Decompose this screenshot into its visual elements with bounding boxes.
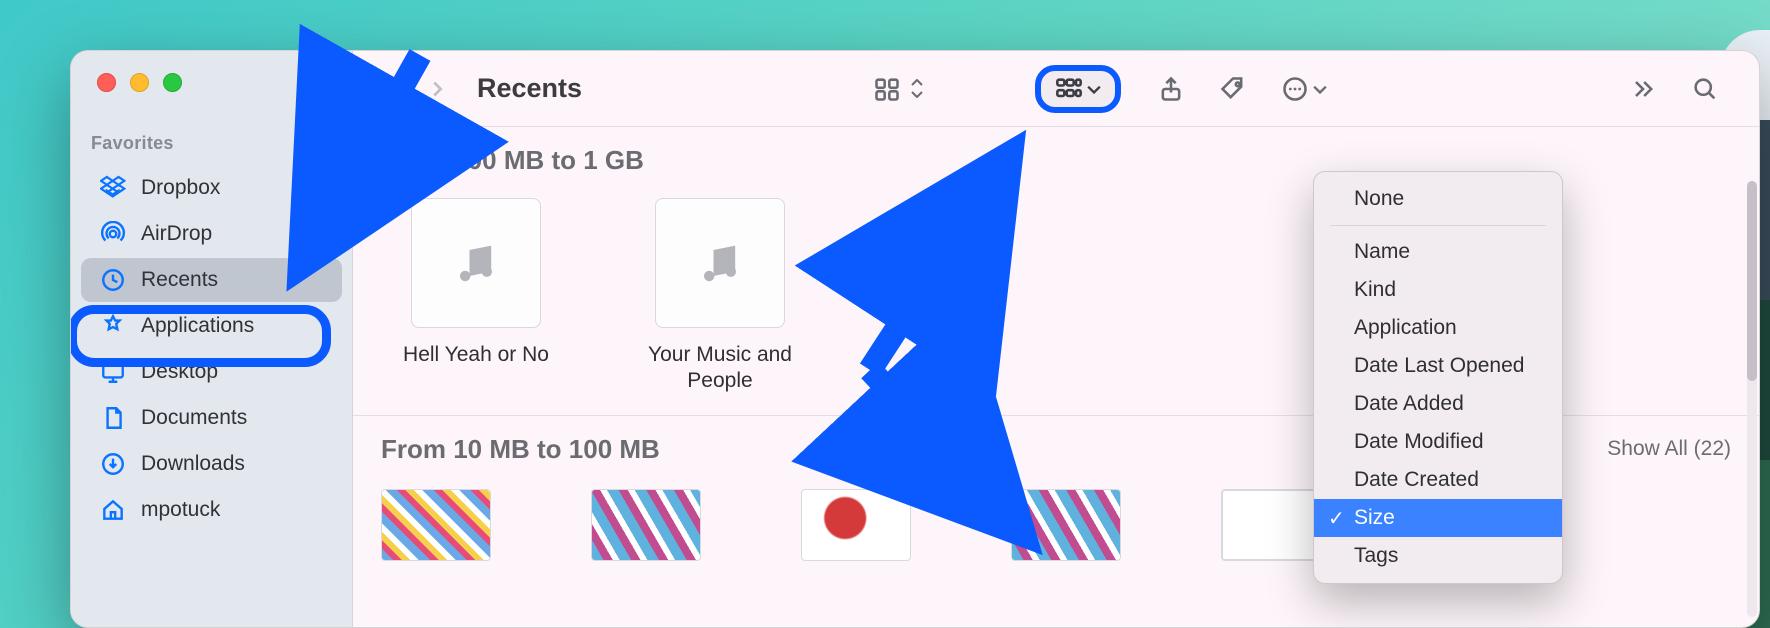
- airdrop-icon: [99, 220, 127, 248]
- group-by-menu: None Name Kind Application Date Last Ope…: [1313, 171, 1563, 584]
- finder-window: Favorites Dropbox AirDrop Recents Applic…: [70, 50, 1760, 628]
- sidebar-item-label: Dropbox: [141, 176, 220, 200]
- show-all-button[interactable]: Show All (22): [1607, 437, 1731, 461]
- sidebar-item-label: Downloads: [141, 452, 245, 476]
- menu-item-date-created[interactable]: Date Created: [1314, 461, 1562, 499]
- file-name: Your Music and People: [625, 342, 815, 395]
- clock-icon: [99, 266, 127, 294]
- chevron-updown-icon: [911, 79, 923, 98]
- music-file-icon: [411, 198, 541, 328]
- page-title: Recents: [477, 73, 582, 104]
- menu-item-none[interactable]: None: [1314, 180, 1562, 218]
- group-by-button[interactable]: [1035, 65, 1121, 113]
- sidebar-item-recents[interactable]: Recents: [81, 258, 342, 302]
- file-item[interactable]: [591, 489, 701, 561]
- menu-item-name[interactable]: Name: [1314, 233, 1562, 271]
- menu-item-kind[interactable]: Kind: [1314, 271, 1562, 309]
- minimize-icon[interactable]: [130, 73, 149, 92]
- main-area: Recents: [353, 51, 1759, 627]
- sidebar-item-label: Recents: [141, 268, 218, 292]
- sidebar-item-label: AirDrop: [141, 222, 212, 246]
- fullscreen-icon[interactable]: [163, 73, 182, 92]
- scrollbar-thumb[interactable]: [1747, 181, 1757, 381]
- sidebar-item-label: Desktop: [141, 360, 218, 384]
- overflow-button[interactable]: [1617, 65, 1669, 113]
- sidebar-item-label: Documents: [141, 406, 247, 430]
- menu-item-tags[interactable]: Tags: [1314, 537, 1562, 575]
- file-item[interactable]: [1011, 489, 1121, 561]
- traffic-lights: [71, 51, 352, 109]
- file-item[interactable]: [801, 489, 911, 561]
- group-title: From 100 MB to 1 GB: [381, 145, 644, 176]
- share-button[interactable]: [1145, 65, 1197, 113]
- close-icon[interactable]: [97, 73, 116, 92]
- menu-item-date-modified[interactable]: Date Modified: [1314, 423, 1562, 461]
- document-icon: [99, 404, 127, 432]
- menu-item-size[interactable]: Size: [1314, 499, 1562, 537]
- applications-icon: [99, 312, 127, 340]
- divider: [1330, 225, 1546, 226]
- dropbox-icon: [99, 174, 127, 202]
- sidebar-section-label: Favorites: [71, 109, 352, 164]
- music-file-icon: [655, 198, 785, 328]
- menu-item-date-added[interactable]: Date Added: [1314, 385, 1562, 423]
- view-switcher-button[interactable]: [861, 65, 935, 113]
- tags-button[interactable]: [1207, 65, 1259, 113]
- forward-button[interactable]: [417, 69, 457, 109]
- sidebar-item-applications[interactable]: Applications: [81, 304, 342, 348]
- sidebar-item-downloads[interactable]: Downloads: [81, 442, 342, 486]
- file-item[interactable]: Hell Yeah or No: [381, 198, 571, 395]
- sidebar: Favorites Dropbox AirDrop Recents Applic…: [71, 51, 353, 627]
- search-button[interactable]: [1679, 65, 1731, 113]
- downloads-icon: [99, 450, 127, 478]
- sidebar-item-documents[interactable]: Documents: [81, 396, 342, 440]
- sidebar-item-home[interactable]: mpotuck: [81, 488, 342, 532]
- toolbar: Recents: [353, 51, 1759, 127]
- sidebar-item-airdrop[interactable]: AirDrop: [81, 212, 342, 256]
- actions-button[interactable]: [1269, 65, 1339, 113]
- menu-item-date-last-opened[interactable]: Date Last Opened: [1314, 347, 1562, 385]
- desktop-icon: [99, 358, 127, 386]
- sidebar-item-dropbox[interactable]: Dropbox: [81, 166, 342, 210]
- chevron-down-icon: [1313, 82, 1327, 96]
- home-icon: [99, 496, 127, 524]
- file-item[interactable]: Your Music and People: [625, 198, 815, 395]
- file-item[interactable]: [381, 489, 491, 561]
- sidebar-item-desktop[interactable]: Desktop: [81, 350, 342, 394]
- sidebar-item-label: Applications: [141, 314, 254, 338]
- back-button[interactable]: [367, 69, 407, 109]
- file-name: Hell Yeah or No: [381, 342, 571, 368]
- sidebar-item-label: mpotuck: [141, 498, 220, 522]
- chevron-down-icon: [1087, 82, 1101, 96]
- menu-item-application[interactable]: Application: [1314, 309, 1562, 347]
- group-title: From 10 MB to 100 MB: [381, 434, 660, 465]
